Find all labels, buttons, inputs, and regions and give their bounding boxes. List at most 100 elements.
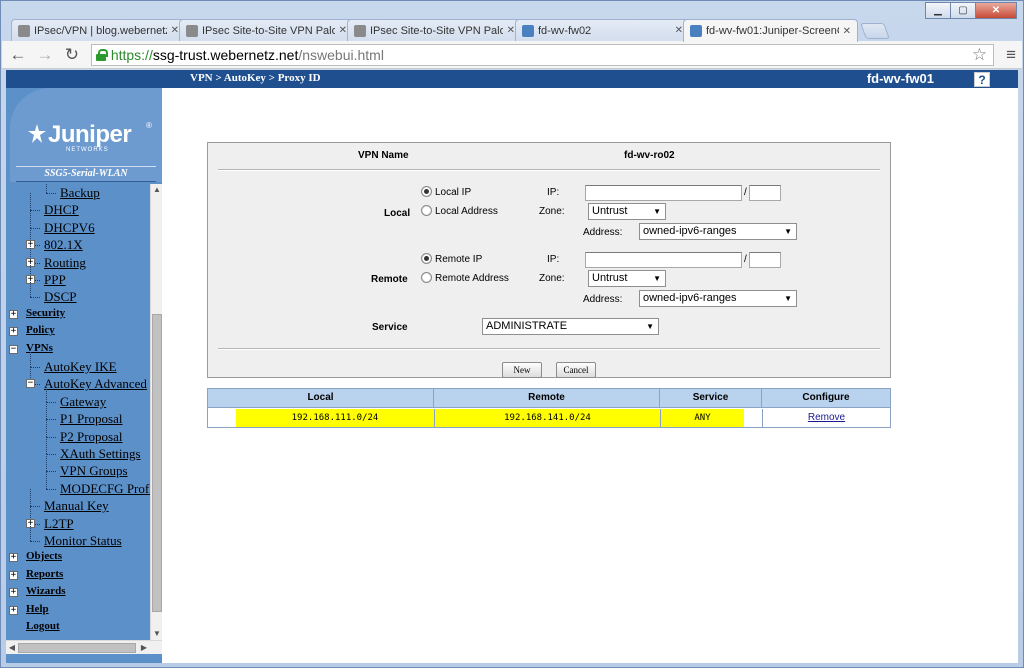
local-ip-input[interactable] [585, 185, 742, 201]
local-address-radio[interactable] [421, 205, 432, 216]
expand-icon[interactable]: + [9, 327, 18, 337]
close-tab-icon[interactable]: ✕ [675, 25, 683, 36]
sidebar-item-help[interactable]: Help [26, 603, 49, 619]
sidebar-item-dscp[interactable]: DSCP [44, 289, 77, 305]
tab-strip: IPsec/VPN | blog.webernetz.net ✕ IPsec S… [11, 19, 891, 42]
expand-icon[interactable]: + [9, 309, 18, 319]
sidebar-item-backup[interactable]: Backup [60, 185, 100, 201]
logo-text: Juniper [48, 121, 132, 148]
sidebar-item-logout[interactable]: Logout [26, 620, 60, 636]
sidebar-item-dhcpv6[interactable]: DHCPV6 [44, 220, 95, 236]
help-icon[interactable]: ? [974, 72, 990, 87]
tree-connector [30, 350, 31, 367]
tree-connector [30, 506, 40, 508]
browser-tab-active[interactable]: fd-wv-fw01:Juniper-ScreenOS ✕ [683, 19, 858, 42]
bookmark-star-icon[interactable]: ☆ [972, 45, 987, 65]
sidebar-item-policy[interactable]: Policy [26, 324, 55, 340]
remote-address-radio[interactable] [421, 272, 432, 283]
minimize-icon[interactable]: ▁ [925, 2, 951, 19]
sidebar-vertical-scrollbar[interactable]: ▲ ▼ [150, 184, 162, 640]
sidebar-item-autokey-advanced[interactable]: AutoKey Advanced [44, 376, 147, 392]
sidebar-item-dhcp[interactable]: DHCP [44, 202, 79, 218]
column-header-configure: Configure [762, 389, 890, 408]
hamburger-menu-icon[interactable]: ≡ [1000, 45, 1022, 65]
page-favicon-icon [186, 24, 198, 37]
sidebar-item-security[interactable]: Security [26, 307, 65, 323]
sidebar-item-p1-proposal[interactable]: P1 Proposal [60, 411, 122, 427]
slash-separator: / [744, 254, 747, 265]
sidebar: Juniper ® NETWORKS SSG5-Serial-WLAN Back… [6, 88, 162, 663]
sidebar-horizontal-scrollbar[interactable]: ◀ ▶ [6, 640, 162, 654]
close-tab-icon[interactable]: ✕ [339, 25, 347, 36]
url-path: /nswebui.html [298, 46, 384, 63]
back-arrow-icon[interactable]: ← [7, 44, 29, 66]
local-prefix-input[interactable] [749, 185, 781, 201]
expand-icon[interactable]: + [9, 588, 18, 598]
collapse-icon[interactable]: − [26, 379, 35, 389]
sidebar-item-wizards[interactable]: Wizards [26, 585, 66, 601]
sidebar-item-routing[interactable]: Routing [44, 255, 86, 271]
local-zone-select[interactable]: Untrust ▼ [588, 203, 666, 220]
remote-zone-select[interactable]: Untrust ▼ [588, 270, 666, 287]
cancel-button[interactable]: Cancel [556, 362, 596, 378]
sidebar-item-autokey-ike[interactable]: AutoKey IKE [44, 359, 117, 375]
column-header-remote: Remote [434, 389, 660, 408]
scroll-right-icon[interactable]: ▶ [138, 641, 150, 655]
lock-icon[interactable] [95, 48, 108, 61]
tree-connector [30, 210, 31, 228]
row-configure-cell: Remove [762, 409, 890, 427]
local-address-select[interactable]: owned-ipv6-ranges ▼ [639, 223, 797, 240]
sidebar-item-modecfg-profiles[interactable]: MODECFG Profiles [60, 481, 152, 497]
expand-icon[interactable]: + [9, 605, 18, 615]
new-button[interactable]: New [502, 362, 542, 378]
browser-tab[interactable]: fd-wv-fw02 ✕ [515, 19, 690, 41]
dropdown-arrow-icon: ▼ [784, 227, 792, 236]
browser-tab[interactable]: IPsec Site-to-Site VPN Palo Alto ✕ [347, 19, 522, 41]
sidebar-item-xauth-settings[interactable]: XAuth Settings [60, 446, 141, 462]
maximize-icon[interactable]: ▢ [950, 2, 976, 19]
page-content: VPN > AutoKey > Proxy ID fd-wv-fw01 ? Ju… [6, 70, 1018, 663]
scroll-up-icon[interactable]: ▲ [151, 184, 163, 196]
scrollbar-thumb[interactable] [152, 314, 162, 612]
remote-prefix-input[interactable] [749, 252, 781, 268]
forward-arrow-icon[interactable]: → [34, 44, 56, 66]
expand-icon[interactable]: + [9, 570, 18, 580]
sidebar-item-manual-key[interactable]: Manual Key [44, 498, 109, 514]
reload-icon[interactable]: ↻ [61, 44, 83, 66]
scroll-left-icon[interactable]: ◀ [6, 641, 18, 655]
service-select[interactable]: ADMINISTRATE ▼ [482, 318, 659, 335]
sidebar-item-gateway[interactable]: Gateway [60, 394, 106, 410]
sidebar-item-reports[interactable]: Reports [26, 568, 63, 584]
scroll-down-icon[interactable]: ▼ [151, 628, 163, 640]
local-ip-option-label: Local IP [435, 187, 472, 198]
service-label: Service [372, 322, 408, 333]
tree-connector [30, 367, 40, 368]
address-bar[interactable]: https:// ssg-trust.webernetz.net /nswebu… [90, 43, 995, 66]
remote-address-select[interactable]: owned-ipv6-ranges ▼ [639, 290, 797, 307]
local-ip-radio[interactable] [421, 186, 432, 197]
sidebar-item-objects[interactable]: Objects [26, 550, 62, 566]
sidebar-item-l2tp[interactable]: L2TP [44, 516, 74, 532]
browser-tab[interactable]: IPsec/VPN | blog.webernetz.net ✕ [11, 19, 186, 41]
scrollbar-thumb[interactable] [18, 643, 136, 653]
close-tab-icon[interactable]: ✕ [843, 26, 851, 37]
expand-icon[interactable]: + [9, 553, 18, 563]
remote-ip-input[interactable] [585, 252, 742, 268]
sidebar-item-p2-proposal[interactable]: P2 Proposal [60, 429, 122, 445]
close-window-icon[interactable]: ✕ [975, 2, 1017, 19]
remote-address-label: Address: [583, 294, 623, 305]
sidebar-item-802-1x[interactable]: 802.1X [44, 237, 83, 253]
new-tab-button[interactable] [860, 23, 890, 39]
remote-ip-radio[interactable] [421, 253, 432, 264]
sidebar-item-vpn-groups[interactable]: VPN Groups [60, 463, 128, 479]
close-tab-icon[interactable]: ✕ [171, 25, 179, 36]
close-tab-icon[interactable]: ✕ [507, 25, 515, 36]
remove-link[interactable]: Remove [808, 412, 845, 423]
sidebar-item-monitor-status[interactable]: Monitor Status [44, 533, 122, 549]
browser-tab[interactable]: IPsec Site-to-Site VPN Palo Alto ✕ [179, 19, 354, 41]
navigation-tree: Backup DHCP DHCPV6 +802.1X + Routing + PPP DSCP +… [6, 184, 152, 640]
collapse-icon[interactable]: − [9, 344, 18, 354]
tree-connector [30, 297, 40, 299]
sidebar-item-ppp[interactable]: PPP [44, 272, 66, 288]
tree-connector [30, 227, 40, 229]
